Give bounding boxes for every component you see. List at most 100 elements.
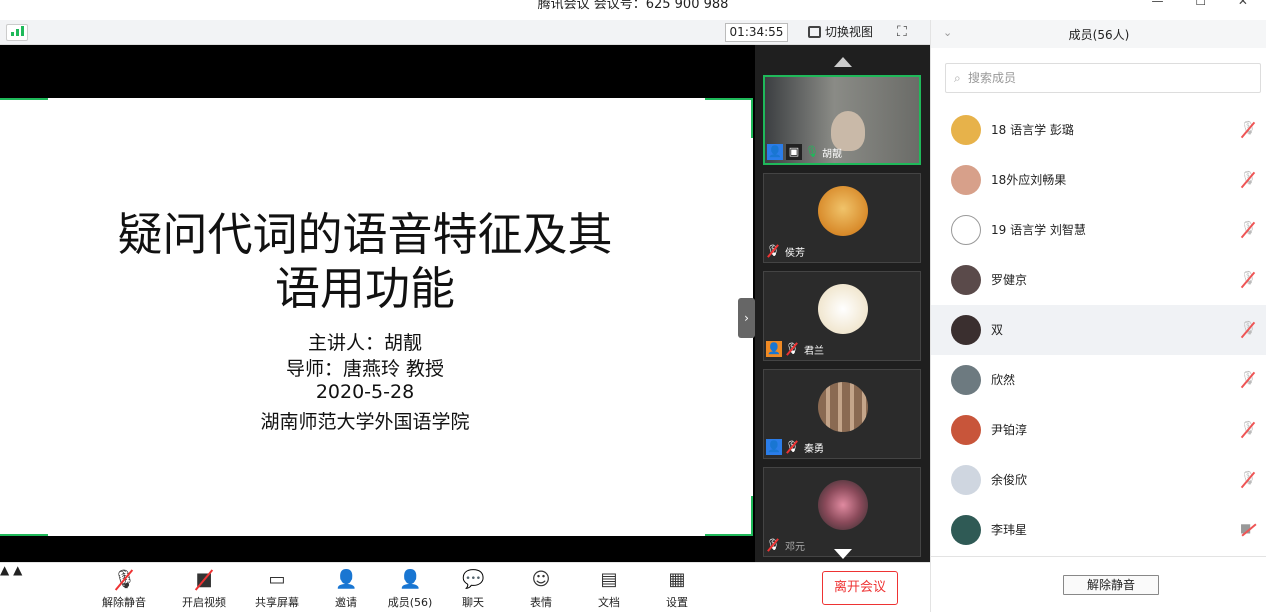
slide-advisor: 导师：唐燕玲 教授 [285, 358, 445, 380]
meeting-timer: 01:34:55 [725, 23, 788, 42]
mic-muted-icon[interactable]: 🎙 [1240, 221, 1257, 239]
member-search-input[interactable] [968, 68, 1248, 88]
share-frame-corner [705, 534, 753, 536]
gallery-scroll-up-icon[interactable] [834, 57, 852, 67]
member-name: 18 语言学 彭璐 [991, 123, 1074, 137]
avatar [951, 315, 981, 345]
leave-meeting-button[interactable]: 离开会议 [822, 571, 898, 605]
window-controls[interactable]: — ☐ ✕ [1152, 0, 1262, 8]
add-user-icon: 👤 [335, 569, 358, 590]
tile-name: 邓元 [785, 541, 805, 553]
settings-button[interactable]: ▦ 设置 [647, 569, 707, 610]
start-video-button[interactable]: ■ 开启视频 [174, 569, 234, 610]
host-tag-icon: 👤 [767, 144, 783, 160]
member-row[interactable]: 双 🎙 [931, 305, 1266, 355]
video-tile[interactable]: 🎙 侯芳 [763, 173, 921, 263]
member-row[interactable]: 19 语言学 刘智慧 🎙 [931, 205, 1266, 255]
member-name: 欣然 [991, 373, 1016, 387]
screen-share-icon: ▣ [786, 144, 802, 160]
video-tile[interactable]: 👤 🎙 君兰 [763, 271, 921, 361]
avatar [818, 480, 868, 530]
slide-date: 2020-5-28 [315, 381, 415, 403]
search-icon: ⌕ [954, 71, 961, 85]
slide-institution: 湖南师范大学外国语学院 [260, 411, 470, 433]
meeting-area: 01:34:55 切换视图 ⛶ 疑问代词的语音特征及其 语用功能 主讲人：胡靓 … [0, 20, 930, 562]
audio-options-chevron-icon[interactable]: ▲ [0, 563, 9, 577]
member-row[interactable]: 尹铂淳 🎙 [931, 405, 1266, 455]
member-row[interactable]: 18 语言学 彭璐 🎙 [931, 105, 1266, 155]
member-name: 李玮星 [991, 523, 1028, 537]
expand-gallery-button[interactable]: › [738, 298, 755, 338]
member-name: 18外应刘畅果 [991, 173, 1067, 187]
member-row[interactable]: 余俊欣 🎙 [931, 455, 1266, 505]
tile-name: 胡靓 [822, 148, 842, 160]
member-row[interactable]: 罗健京 🎙 [931, 255, 1266, 305]
unmute-label: 解除静音 [102, 596, 146, 609]
window-titlebar: 腾讯会议 会议号：625 900 988 — ☐ ✕ [0, 0, 1266, 20]
member-row[interactable]: 18外应刘畅果 🎙 [931, 155, 1266, 205]
member-row[interactable]: 李玮星 ■ [931, 505, 1266, 555]
share-frame-corner [0, 534, 48, 536]
panel-unmute-button[interactable]: 解除静音 [1063, 575, 1159, 595]
mic-muted-icon: 🎙 [766, 244, 780, 257]
avatar [818, 382, 868, 432]
signal-strength-icon[interactable] [6, 24, 28, 41]
member-name: 余俊欣 [991, 473, 1028, 487]
share-frame-corner [0, 98, 48, 100]
member-row[interactable]: 欣然 🎙 [931, 355, 1266, 405]
avatar [951, 215, 981, 245]
slide-title-line1: 疑问代词的语音特征及其 [117, 208, 613, 261]
unmute-button[interactable]: 🎙 解除静音 [94, 569, 154, 610]
avatar [818, 186, 868, 236]
tile-status-bar: 👤 ▣ 🎙 胡靓 [767, 143, 842, 161]
mic-muted-icon[interactable]: 🎙 [1240, 271, 1257, 289]
emoji-button[interactable]: ☺ 表情 [511, 569, 571, 610]
video-tile[interactable]: 👤 ▣ 🎙 胡靓 [763, 75, 921, 165]
member-name: 罗健京 [991, 273, 1028, 287]
avatar [951, 365, 981, 395]
mic-muted-icon[interactable]: 🎙 [1240, 321, 1257, 339]
member-search[interactable]: ⌕ [945, 63, 1261, 93]
switch-view-label: 切换视图 [825, 25, 874, 39]
tile-name: 秦勇 [804, 443, 824, 455]
member-list: 18 语言学 彭璐 🎙 18外应刘畅果 🎙 19 语言学 刘智慧 🎙 罗健京 🎙… [931, 105, 1266, 555]
mic-muted-icon[interactable]: 🎙 [1240, 471, 1257, 489]
share-frame-corner [705, 98, 753, 100]
tile-status-bar: 🎙 侯芳 [766, 242, 805, 260]
share-frame-corner [751, 496, 753, 536]
avatar [818, 284, 868, 334]
grid-settings-icon: ▦ [668, 569, 686, 590]
fullscreen-icon[interactable]: ⛶ [897, 24, 913, 40]
mic-muted-icon: 🎙 [113, 569, 136, 590]
gallery-scroll-down-icon[interactable] [834, 549, 852, 559]
slide-speaker: 主讲人：胡靓 [307, 332, 422, 354]
emoji-label: 表情 [530, 596, 552, 609]
avatar [951, 515, 981, 545]
members-icon: 👤 [399, 569, 422, 590]
member-name: 双 [991, 323, 1004, 337]
avatar [951, 165, 981, 195]
video-tile[interactable]: 🎙 邓元 [763, 467, 921, 557]
switch-view-button[interactable]: 切换视图 [808, 23, 873, 42]
tile-status-bar: 👤 🎙 君兰 [766, 340, 824, 358]
mic-muted-icon: 🎙 [766, 538, 780, 551]
members-panel-title: 成员(56人) [1068, 28, 1130, 42]
mic-muted-icon[interactable]: 🎙 [1240, 421, 1257, 439]
chat-icon: 💬 [462, 569, 485, 590]
mic-muted-icon[interactable]: 🎙 [1240, 121, 1257, 139]
video-options-chevron-icon[interactable]: ▲ [13, 563, 22, 577]
video-gallery: 👤 ▣ 🎙 胡靓 🎙 侯芳 👤 🎙 君兰 👤 🎙 秦勇 🎙 邓元 [755, 45, 930, 562]
mic-muted-icon[interactable]: 🎙 [1240, 171, 1257, 189]
avatar [951, 415, 981, 445]
member-name: 尹铂淳 [991, 423, 1028, 437]
share-screen-button[interactable]: ▭ 共享屏幕 [247, 569, 307, 610]
video-tile[interactable]: 👤 🎙 秦勇 [763, 369, 921, 459]
docs-button[interactable]: ▤ 文档 [579, 569, 639, 610]
chat-button[interactable]: 💬 聊天 [443, 569, 503, 610]
members-label: 成员(56) [387, 596, 433, 609]
start-video-label: 开启视频 [182, 596, 226, 609]
camera-off-icon[interactable]: ■ [1240, 521, 1256, 539]
invite-button[interactable]: 👤 邀请 [316, 569, 376, 610]
members-button[interactable]: 👤 成员(56) [380, 569, 440, 610]
mic-muted-icon[interactable]: 🎙 [1240, 371, 1257, 389]
